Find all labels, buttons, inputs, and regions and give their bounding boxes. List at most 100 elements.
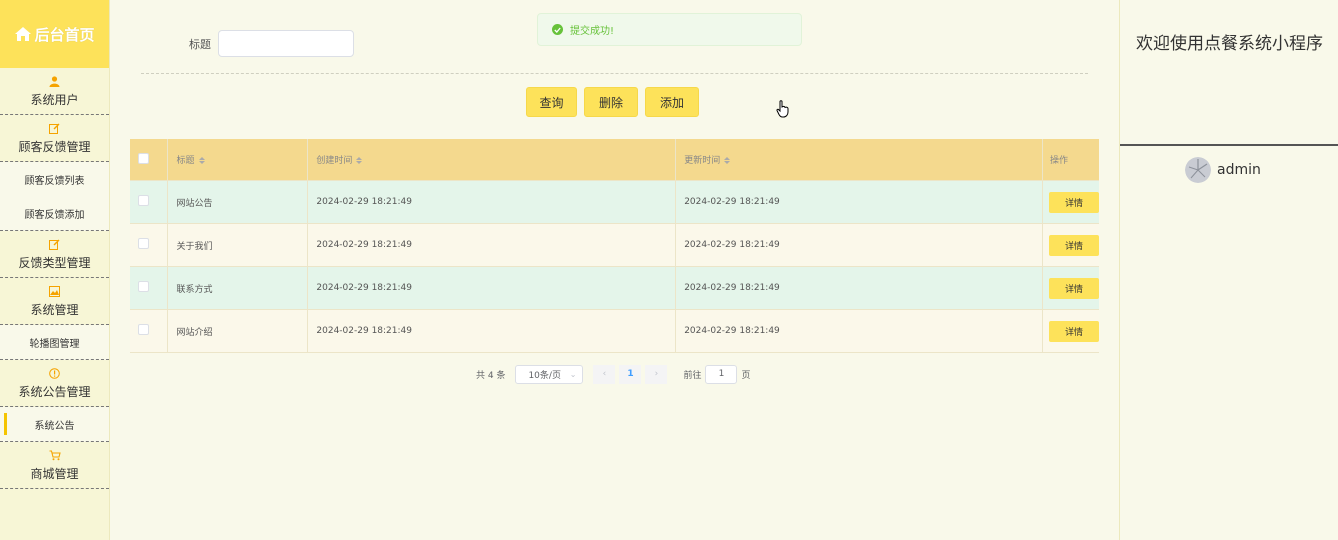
sidebar-item-feedback[interactable]: 顾客反馈管理 xyxy=(0,115,109,162)
sidebar-item-label: 顾客反馈管理 xyxy=(18,139,91,154)
sidebar-subitem-label: 顾客反馈列表 xyxy=(24,175,85,187)
cell-created: 2024-02-29 18:21:49 xyxy=(307,223,677,267)
checkbox-icon xyxy=(138,238,149,249)
next-page-button[interactable]: › xyxy=(645,364,668,384)
cell-updated: 2024-02-29 18:21:49 xyxy=(675,266,1043,310)
sidebar-item-label: 系统管理 xyxy=(30,302,79,317)
column-header-title[interactable]: 标题 xyxy=(167,139,309,181)
sidebar-subitem-carousel[interactable]: 轮播图管理 xyxy=(0,325,109,360)
cell-actions: 详情 xyxy=(1042,309,1099,353)
welcome-title: 欢迎使用点餐系统小程序 xyxy=(1136,34,1323,54)
checkbox-icon xyxy=(138,152,149,164)
sidebar-home-label: 后台首页 xyxy=(34,25,95,44)
sort-icon[interactable] xyxy=(356,157,363,164)
main-content: 标题 提交成功! 查询 删除 添加 标题 创建时间 更新时间 操作 网站公告 2… xyxy=(110,0,1119,540)
checkbox-icon xyxy=(138,324,149,335)
search-divider xyxy=(141,73,1088,74)
username: admin xyxy=(1217,162,1261,178)
search-title-label: 标题 xyxy=(189,38,211,51)
detail-button[interactable]: 详情 xyxy=(1048,234,1099,256)
detail-button[interactable]: 详情 xyxy=(1048,191,1099,213)
chevron-left-icon: ‹ xyxy=(602,369,607,379)
sidebar-subitem-label: 轮播图管理 xyxy=(29,338,80,350)
table-row: 网站公告 2024-02-29 18:21:49 2024-02-29 18:2… xyxy=(130,180,1099,224)
edit-icon xyxy=(49,122,60,136)
select-all-checkbox[interactable] xyxy=(130,139,169,181)
chevron-down-icon: ⌄ xyxy=(569,369,577,379)
cell-updated: 2024-02-29 18:21:49 xyxy=(675,223,1043,267)
cart-icon xyxy=(49,449,61,463)
sidebar-subitem-label: 系统公告 xyxy=(34,420,75,432)
sidebar-item-label: 系统用户 xyxy=(30,92,79,107)
detail-button[interactable]: 详情 xyxy=(1048,277,1099,299)
cell-created: 2024-02-29 18:21:49 xyxy=(307,266,677,310)
pagination: 共 4 条 10条/页 ⌄ ‹ 1 › 前往 1 页 xyxy=(476,364,750,384)
goto-page-input[interactable]: 1 xyxy=(705,364,738,384)
avatar xyxy=(1185,157,1211,183)
delete-button[interactable]: 删除 xyxy=(584,87,638,117)
sidebar-item-feedback-type[interactable]: 反馈类型管理 xyxy=(0,231,109,278)
detail-button[interactable]: 详情 xyxy=(1048,320,1099,342)
sidebar: 后台首页 系统用户 顾客反馈管理 顾客反馈列表 顾客反馈添加 反馈类型管理 系统… xyxy=(0,0,110,540)
page-size-value: 10条/页 xyxy=(528,370,561,381)
sidebar-home[interactable]: 后台首页 xyxy=(0,0,109,68)
success-toast: 提交成功! xyxy=(537,13,802,46)
column-header-label: 操作 xyxy=(1049,156,1068,166)
page-size-select[interactable]: 10条/页 ⌄ xyxy=(515,364,584,384)
add-button-label: 添加 xyxy=(659,95,684,110)
row-checkbox[interactable] xyxy=(130,180,169,224)
user-icon xyxy=(49,75,60,89)
column-header-label: 更新时间 xyxy=(684,156,721,166)
checkbox-icon xyxy=(138,281,149,292)
cell-title: 联系方式 xyxy=(167,266,309,310)
goto-label: 前往 xyxy=(683,370,702,381)
search-title-input[interactable] xyxy=(218,30,354,57)
cell-updated: 2024-02-29 18:21:49 xyxy=(675,309,1043,353)
sidebar-subitem-feedback-list[interactable]: 顾客反馈列表 xyxy=(0,162,109,196)
query-button[interactable]: 查询 xyxy=(526,87,577,117)
right-divider xyxy=(1120,144,1338,146)
info-icon xyxy=(49,367,60,381)
sidebar-item-announcement[interactable]: 系统公告管理 xyxy=(0,360,109,407)
sidebar-item-label: 商城管理 xyxy=(30,466,79,481)
table-row: 关于我们 2024-02-29 18:21:49 2024-02-29 18:2… xyxy=(130,223,1099,267)
row-checkbox[interactable] xyxy=(130,223,169,267)
sidebar-item-mall[interactable]: 商城管理 xyxy=(0,442,109,489)
cell-actions: 详情 xyxy=(1042,223,1099,267)
column-header-created[interactable]: 创建时间 xyxy=(307,139,677,181)
user-info[interactable]: admin xyxy=(1185,157,1261,183)
column-header-updated[interactable]: 更新时间 xyxy=(675,139,1043,181)
goto-page-value: 1 xyxy=(718,369,725,379)
sidebar-item-label: 系统公告管理 xyxy=(18,384,91,399)
edit-icon xyxy=(49,238,60,252)
column-header-actions: 操作 xyxy=(1042,139,1099,181)
page-number-current[interactable]: 1 xyxy=(619,364,642,384)
column-header-label: 创建时间 xyxy=(316,156,353,166)
sort-icon[interactable] xyxy=(724,157,731,164)
row-checkbox[interactable] xyxy=(130,309,169,353)
page-suffix-label: 页 xyxy=(741,370,751,381)
cell-title: 网站公告 xyxy=(167,180,309,224)
image-icon xyxy=(49,285,60,299)
pagination-total: 共 4 条 xyxy=(476,370,506,381)
sidebar-subitem-feedback-add[interactable]: 顾客反馈添加 xyxy=(0,196,109,231)
sidebar-subitem-announcement[interactable]: 系统公告 xyxy=(0,407,109,442)
sidebar-subitem-label: 顾客反馈添加 xyxy=(24,209,85,221)
cell-created: 2024-02-29 18:21:49 xyxy=(307,309,677,353)
sort-icon[interactable] xyxy=(198,157,205,164)
cell-title: 关于我们 xyxy=(167,223,309,267)
sidebar-item-system-users[interactable]: 系统用户 xyxy=(0,68,109,115)
check-circle-icon xyxy=(552,24,563,35)
cell-updated: 2024-02-29 18:21:49 xyxy=(675,180,1043,224)
announcement-table: 标题 创建时间 更新时间 操作 网站公告 2024-02-29 18:21:49… xyxy=(130,139,1099,353)
cell-title: 网站介绍 xyxy=(167,309,309,353)
right-panel: 欢迎使用点餐系统小程序 admin xyxy=(1119,0,1338,540)
row-checkbox[interactable] xyxy=(130,266,169,310)
sidebar-item-system-manage[interactable]: 系统管理 xyxy=(0,278,109,325)
cell-actions: 详情 xyxy=(1042,266,1099,310)
column-header-label: 标题 xyxy=(176,156,195,166)
prev-page-button[interactable]: ‹ xyxy=(593,364,616,384)
add-button[interactable]: 添加 xyxy=(645,87,699,117)
table-row: 联系方式 2024-02-29 18:21:49 2024-02-29 18:2… xyxy=(130,266,1099,310)
checkbox-icon xyxy=(138,195,149,206)
